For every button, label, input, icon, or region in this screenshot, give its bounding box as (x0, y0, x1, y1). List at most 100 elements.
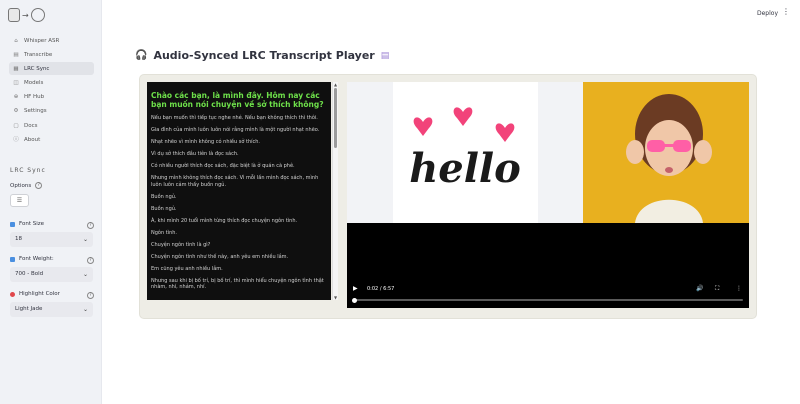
book-icon: ▢ (13, 122, 19, 129)
sidebar-item-label: Whisper ASR (24, 37, 60, 44)
font-weight-help-icon[interactable]: ? (87, 257, 94, 264)
sidebar-item-label: Docs (24, 122, 38, 129)
lyrics-panel[interactable]: Chào các bạn, là mình đây. Hôm nay các b… (147, 82, 331, 300)
video-frame-left: hello (347, 82, 583, 223)
scroll-down-icon[interactable]: ▼ (333, 295, 338, 300)
font-weight-label: Font Weight: (19, 256, 54, 262)
sidebar-item-about[interactable]: ⓘ About (9, 133, 94, 146)
sidebar-item-lrc-sync[interactable]: ▦ LRC Sync (9, 62, 94, 76)
font-size-select[interactable]: 18 ⌄ (10, 232, 93, 247)
highlight-color-value: Light Jade (15, 306, 43, 312)
font-size-swatch-icon (10, 221, 15, 227)
sidebar-item-label: HF Hub (24, 94, 45, 101)
chevron-down-icon: ⌄ (82, 271, 88, 278)
lyric-line: Buồn ngủ. (151, 205, 177, 212)
lyric-line: Nhạt nhẽo vì mình không có nhiều sở thíc… (151, 139, 261, 145)
palette-icon (10, 291, 15, 297)
home-icon: ⌂ (14, 37, 18, 44)
font-size-label-row: Font Size (10, 221, 44, 227)
scrollbar-thumb[interactable] (334, 88, 337, 148)
sidebar-item-docs[interactable]: ▢ Docs (9, 119, 94, 132)
video-progress-track[interactable] (352, 297, 743, 303)
app-root: → ⌂ Whisper ASR ▤ Transcribe ▦ LRC Sync ◫ Model… (0, 0, 800, 404)
options-button[interactable]: ☰ (10, 194, 29, 207)
video-frame-right (583, 82, 749, 223)
highlight-color-select[interactable]: Light Jade ⌄ (10, 302, 93, 317)
lyric-line: Nhưng mình không thích đọc sách. Vì mỗi … (151, 175, 319, 188)
list-icon: ☰ (16, 197, 23, 204)
lyrics-scrollbar[interactable]: ▲ ▼ (332, 82, 338, 300)
sidebar-item-label: Models (24, 80, 44, 87)
options-label-row: Options ? (10, 182, 43, 189)
gear-logo-icon (30, 8, 45, 22)
page-title: 🎧 Audio-Synced LRC Transcript Player ▤ (135, 49, 389, 62)
heart-icon (453, 107, 473, 126)
highlight-color-help-icon[interactable]: ? (87, 292, 94, 299)
cube-icon: ◫ (13, 80, 19, 87)
highlight-color-label: Highlight Color (19, 291, 60, 297)
chevron-down-icon: ⌄ (82, 236, 88, 243)
microphone-logo-icon (8, 8, 20, 22)
options-label: Options (10, 182, 32, 189)
highlight-color-label-row: Highlight Color (10, 291, 60, 297)
hello-text: hello (409, 145, 521, 192)
document-icon: ▤ (13, 51, 19, 58)
page-title-text: Audio-Synced LRC Transcript Player (153, 49, 375, 62)
lyric-line: Nếu bạn muốn thì tiếp tục nghe nhé. Nếu … (151, 115, 318, 121)
hello-illustration: hello (409, 107, 521, 192)
hello-card-image: hello (393, 82, 538, 223)
font-size-value: 18 (15, 236, 22, 242)
sidebar-item-label: Settings (24, 108, 47, 115)
play-icon[interactable]: ▶ (353, 285, 358, 292)
font-weight-swatch-icon (10, 256, 15, 262)
lyric-line: Nhưng sau khi bị bố trí, bị bố trí, thì … (151, 277, 324, 291)
hub-icon: ⊕ (13, 94, 19, 101)
sidebar-item-label: LRC Sync (24, 65, 50, 72)
sidebar-item-transcribe[interactable]: ▤ Transcribe (9, 48, 94, 61)
headphones-icon: 🎧 (135, 50, 148, 61)
font-weight-select[interactable]: 700 - Bold ⌄ (10, 267, 93, 282)
chevron-down-icon: ⌄ (82, 306, 88, 313)
video-progress-knob[interactable] (352, 297, 358, 303)
lyric-line: Em cũng yêu anh nhiều lắm. (151, 265, 223, 272)
lyric-line: Có nhiều người thích đọc sách, đặc biệt … (151, 163, 295, 169)
video-time: 0:02 / 6:57 (367, 286, 395, 292)
sidebar-item-hf-hub[interactable]: ⊕ HF Hub (9, 91, 94, 104)
sidebar-section-title: LRC Sync (10, 167, 46, 174)
font-size-help-icon[interactable]: ? (87, 222, 94, 229)
video-player[interactable]: hello ▶ 0:02 / 6:57 🔊 ⛶ ⋮ (347, 82, 749, 308)
sidebar-nav: ⌂ Whisper ASR ▤ Transcribe ▦ LRC Sync ◫ Models ⊕… (9, 34, 94, 148)
gear-icon: ⚙ (13, 108, 19, 115)
sidebar-item-label: Transcribe (24, 51, 53, 58)
sidebar: → ⌂ Whisper ASR ▤ Transcribe ▦ LRC Sync ◫ Model… (0, 0, 102, 404)
info-icon: ⓘ (13, 136, 19, 143)
heart-icon (413, 117, 433, 136)
deploy-button[interactable]: Deploy (757, 10, 778, 17)
lyric-line: Chuyện ngôn tình là gì? (151, 241, 211, 248)
app-logo: → (8, 7, 50, 23)
sync-icon: ▦ (13, 65, 19, 72)
font-weight-value: 700 - Bold (15, 271, 44, 277)
more-options-icon[interactable]: ⋮ (736, 285, 742, 292)
lyric-line: Ngôn tình. (151, 229, 178, 236)
lyric-line: Buồn ngủ. (151, 193, 177, 200)
options-help-icon[interactable]: ? (35, 182, 43, 189)
heart-icon (495, 123, 515, 142)
main-menu-icon[interactable]: ⋮ (782, 7, 790, 16)
lyric-line: Gia đình của mình luôn luôn nói rằng mìn… (151, 127, 320, 133)
sidebar-item-models[interactable]: ◫ Models (9, 77, 94, 90)
sidebar-item-label: About (24, 136, 41, 143)
arrow-logo-icon: → (22, 10, 29, 20)
font-size-label: Font Size (19, 221, 45, 227)
lyric-line: À, khi mình 20 tuổi mình từng thích đọc … (151, 217, 298, 224)
current-lyric-line: Chào các bạn, là mình đây. Hôm nay các b… (151, 91, 324, 109)
fullscreen-icon[interactable]: ⛶ (715, 285, 719, 293)
scroll-icon: ▤ (380, 50, 390, 61)
sidebar-item-whisper-asr[interactable]: ⌂ Whisper ASR (9, 34, 94, 47)
scroll-up-icon[interactable]: ▲ (333, 82, 338, 87)
lyric-line: Chuyện ngôn tình như thế này, anh yêu em… (151, 253, 289, 260)
sidebar-item-settings[interactable]: ⚙ Settings (9, 105, 94, 118)
volume-icon[interactable]: 🔊 (696, 285, 703, 292)
font-weight-label-row: Font Weight: (10, 256, 54, 262)
lyric-line: Vì dụ sở thích đầu tiên là đọc sách. (151, 151, 239, 157)
